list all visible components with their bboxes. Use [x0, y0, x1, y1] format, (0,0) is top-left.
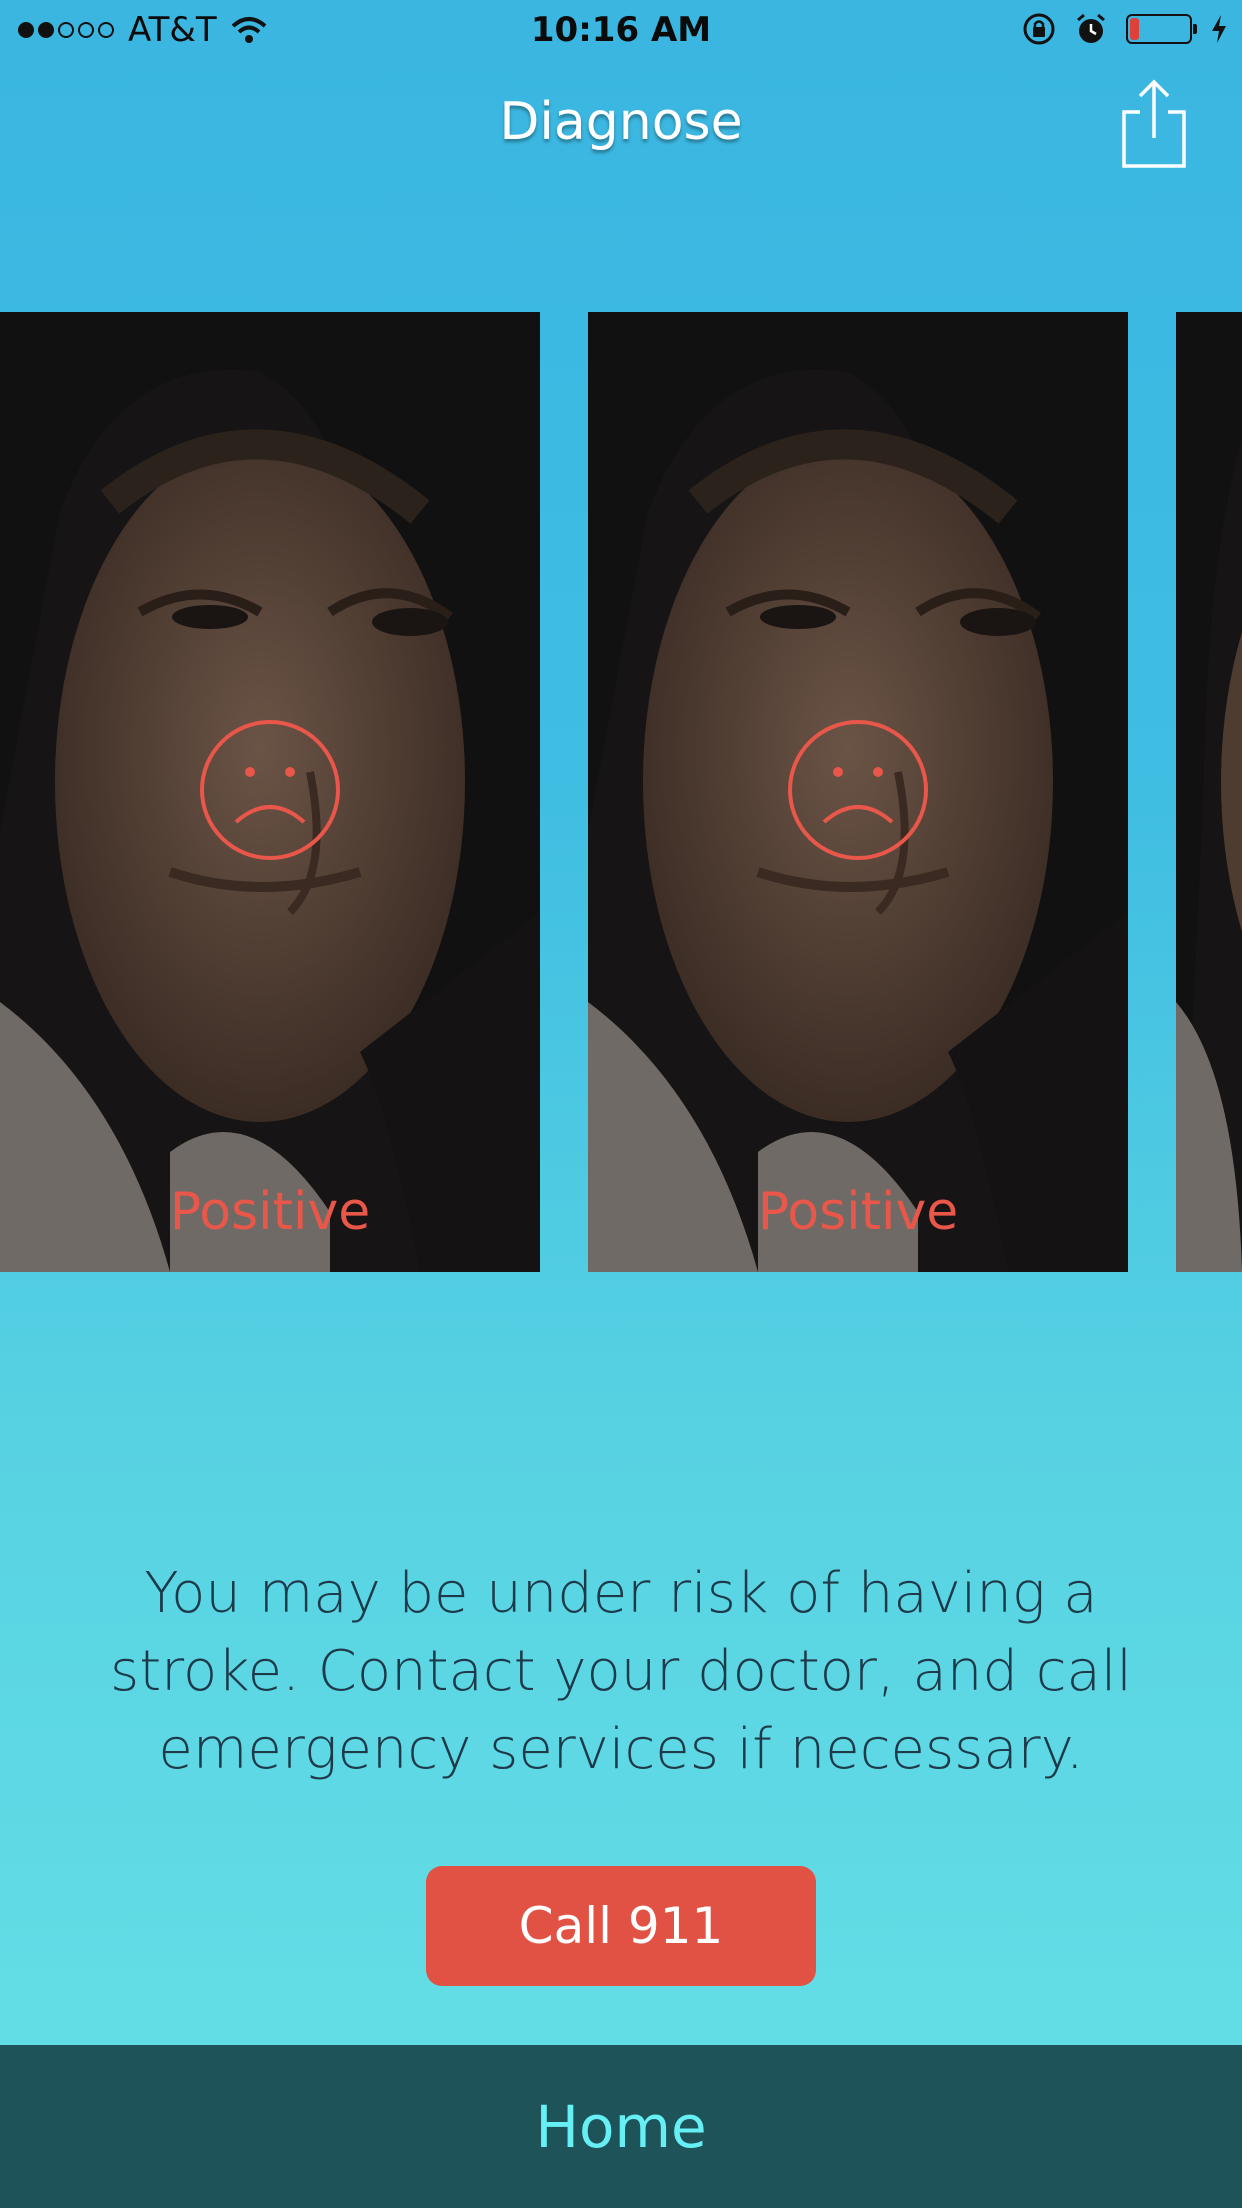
alarm-icon — [1077, 13, 1105, 43]
risk-message-line: You may be under risk of having a — [144, 1561, 1098, 1626]
result-label: Positive — [757, 1182, 959, 1242]
charging-bolt-icon — [1212, 15, 1226, 43]
page-title: Diagnose — [499, 92, 743, 152]
status-bar: AT&T 10:16 AM — [0, 0, 1242, 60]
sad-face-icon — [200, 720, 340, 860]
diagnosis-card[interactable]: Positive — [0, 312, 540, 1272]
sad-face-icon — [788, 720, 928, 860]
status-right — [1022, 12, 1228, 46]
home-tab-label: Home — [535, 2092, 707, 2161]
call-911-button[interactable]: Call 911 — [426, 1866, 816, 1986]
home-tab[interactable]: Home — [0, 2045, 1242, 2208]
orientation-lock-icon — [1023, 13, 1055, 45]
diagnosis-carousel[interactable]: Positive Positive — [0, 312, 1242, 1272]
diagnosis-card[interactable] — [1176, 312, 1242, 1272]
risk-message-line: emergency services if necessary. — [158, 1717, 1084, 1782]
result-label: Positive — [169, 1182, 371, 1242]
diagnosis-card[interactable]: Positive — [588, 312, 1128, 1272]
risk-message: You may be under risk of having a stroke… — [100, 1555, 1142, 1789]
risk-message-line: stroke. Contact your doctor, and call — [110, 1639, 1132, 1704]
battery-icon — [1126, 14, 1197, 44]
share-icon[interactable] — [1118, 78, 1190, 170]
face-photo — [1176, 312, 1242, 1272]
